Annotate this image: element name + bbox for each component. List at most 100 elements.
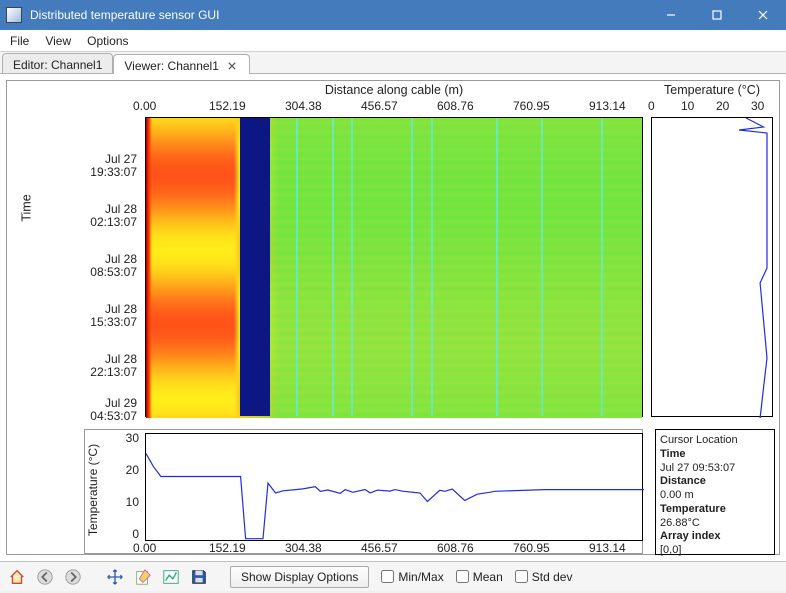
cursor-time-value: Jul 27 09:53:07 — [660, 462, 735, 474]
checkbox-label: Mean — [473, 570, 503, 584]
heatmap-streak — [296, 118, 298, 416]
mean-checkbox[interactable]: Mean — [456, 570, 503, 584]
show-display-options-button[interactable]: Show Display Options — [230, 566, 369, 588]
close-button[interactable] — [740, 0, 786, 30]
profile-y-tick: 0 — [132, 527, 139, 541]
cursor-distance-label: Distance — [660, 475, 706, 487]
y-tick-date: Jul 28 — [105, 202, 137, 216]
cursor-arrayindex-label: Array index — [660, 530, 721, 542]
forward-icon[interactable] — [62, 566, 84, 588]
tab-viewer[interactable]: Viewer: Channel1 — [113, 54, 250, 74]
checkbox-label: Std dev — [532, 570, 573, 584]
tabbar: Editor: Channel1 Viewer: Channel1 — [0, 52, 786, 74]
y-tick-date: Jul 28 — [105, 252, 137, 266]
temp-tick: 30 — [751, 99, 764, 113]
x-tick: 152.19 — [209, 99, 246, 113]
x-tick: 304.38 — [285, 99, 322, 113]
profile-y-title-text: Temperature (°C) — [86, 444, 100, 536]
menubar: File View Options — [0, 30, 786, 52]
temp-axis-title: Temperature (°C) — [651, 83, 773, 97]
button-label: Show Display Options — [241, 570, 358, 584]
cursor-temperature-label: Temperature — [660, 503, 726, 515]
menu-view[interactable]: View — [37, 32, 79, 50]
y-tick-time: 22:13:07 — [90, 365, 137, 379]
minimize-button[interactable] — [648, 0, 694, 30]
app-icon — [6, 7, 22, 23]
y-tick-time: 08:53:07 — [90, 265, 137, 279]
stddev-input[interactable] — [515, 570, 528, 583]
x-tick: 0.00 — [133, 99, 156, 113]
heatmap-streak — [601, 118, 603, 416]
profile-y-tick: 10 — [126, 495, 139, 509]
y-tick-date: Jul 28 — [105, 352, 137, 366]
heatmap-streak — [541, 118, 543, 416]
heatmap-streak — [496, 118, 498, 416]
profile-y-tick: 30 — [126, 431, 139, 445]
tab-editor[interactable]: Editor: Channel1 — [2, 53, 113, 73]
profile-x-axis: 0.00 152.19 304.38 456.57 608.76 760.95 … — [145, 541, 643, 559]
cursor-header: Cursor Location — [660, 434, 770, 448]
y-tick-date: Jul 28 — [105, 302, 137, 316]
profile-x-tick: 0.00 — [133, 541, 156, 555]
profile-y-tick: 20 — [126, 463, 139, 477]
x-tick: 456.57 — [361, 99, 398, 113]
pan-icon[interactable] — [104, 566, 126, 588]
heatmap-streak — [332, 118, 334, 416]
y-axis-left: Jul 2719:33:07 Jul 2802:13:07 Jul 2808:5… — [7, 117, 143, 417]
x-tick: 608.76 — [437, 99, 474, 113]
minmax-input[interactable] — [381, 570, 394, 583]
profile-x-tick: 608.76 — [437, 541, 474, 555]
y-tick-date: Jul 29 — [105, 396, 137, 410]
x-tick: 913.14 — [589, 99, 626, 113]
cursor-arrayindex-value: [0,0] — [660, 544, 681, 556]
heatmap-cold-band — [240, 118, 270, 416]
profile-x-tick: 913.14 — [589, 541, 626, 555]
minmax-checkbox[interactable]: Min/Max — [381, 570, 443, 584]
profile-x-tick: 760.95 — [513, 541, 550, 555]
heatmap-streak — [431, 118, 433, 416]
tab-label: Editor: Channel1 — [13, 58, 102, 72]
y-tick-time: 15:33:07 — [90, 315, 137, 329]
y-tick-time: 02:13:07 — [90, 215, 137, 229]
y-tick-time: 19:33:07 — [90, 165, 137, 179]
heatmap[interactable] — [145, 117, 643, 417]
y-tick-time: 04:53:07 — [90, 409, 137, 423]
back-icon[interactable] — [34, 566, 56, 588]
temp-tick: 0 — [648, 99, 655, 113]
profile-x-tick: 304.38 — [285, 541, 322, 555]
cursor-time-label: Time — [660, 448, 685, 460]
heatmap-streak — [411, 118, 413, 416]
profile-x-tick: 152.19 — [209, 541, 246, 555]
distance-profile-chart[interactable] — [145, 433, 643, 541]
tab-label: Viewer: Channel1 — [124, 59, 219, 73]
profile-y-title: Temperature (°C) — [87, 435, 103, 543]
maximize-button[interactable] — [694, 0, 740, 30]
cursor-info: Cursor Location Time Jul 27 09:53:07 Dis… — [655, 429, 775, 555]
save-icon[interactable] — [188, 566, 210, 588]
chart-settings-icon[interactable] — [160, 566, 182, 588]
temperature-profile-chart[interactable] — [651, 117, 773, 417]
heatmap-streak — [351, 118, 353, 416]
home-icon[interactable] — [6, 566, 28, 588]
temp-tick: 10 — [681, 99, 694, 113]
toolbar: Show Display Options Min/Max Mean Std de… — [0, 561, 786, 591]
cursor-temperature-value: 26.88°C — [660, 517, 700, 529]
y-tick-date: Jul 27 — [105, 152, 137, 166]
x-tick: 760.95 — [513, 99, 550, 113]
titlebar: Distributed temperature sensor GUI — [0, 0, 786, 30]
menu-options[interactable]: Options — [79, 32, 136, 50]
temp-tick: 20 — [716, 99, 729, 113]
menu-file[interactable]: File — [2, 32, 37, 50]
tab-close-icon[interactable] — [225, 59, 239, 73]
temp-axis-top: 0 10 20 30 — [651, 99, 773, 117]
mean-input[interactable] — [456, 570, 469, 583]
profile-y-axis: 0 10 20 30 — [107, 433, 143, 541]
window-title: Distributed temperature sensor GUI — [30, 8, 648, 22]
plot-frame: Distance along cable (m) 0.00 152.19 304… — [6, 80, 780, 555]
edit-icon[interactable] — [132, 566, 154, 588]
checkbox-label: Min/Max — [398, 570, 443, 584]
stddev-checkbox[interactable]: Std dev — [515, 570, 573, 584]
cursor-distance-value: 0.00 m — [660, 489, 694, 501]
x-axis-top: 0.00 152.19 304.38 456.57 608.76 760.95 … — [145, 99, 643, 117]
main-area: Distance along cable (m) 0.00 152.19 304… — [0, 74, 786, 561]
